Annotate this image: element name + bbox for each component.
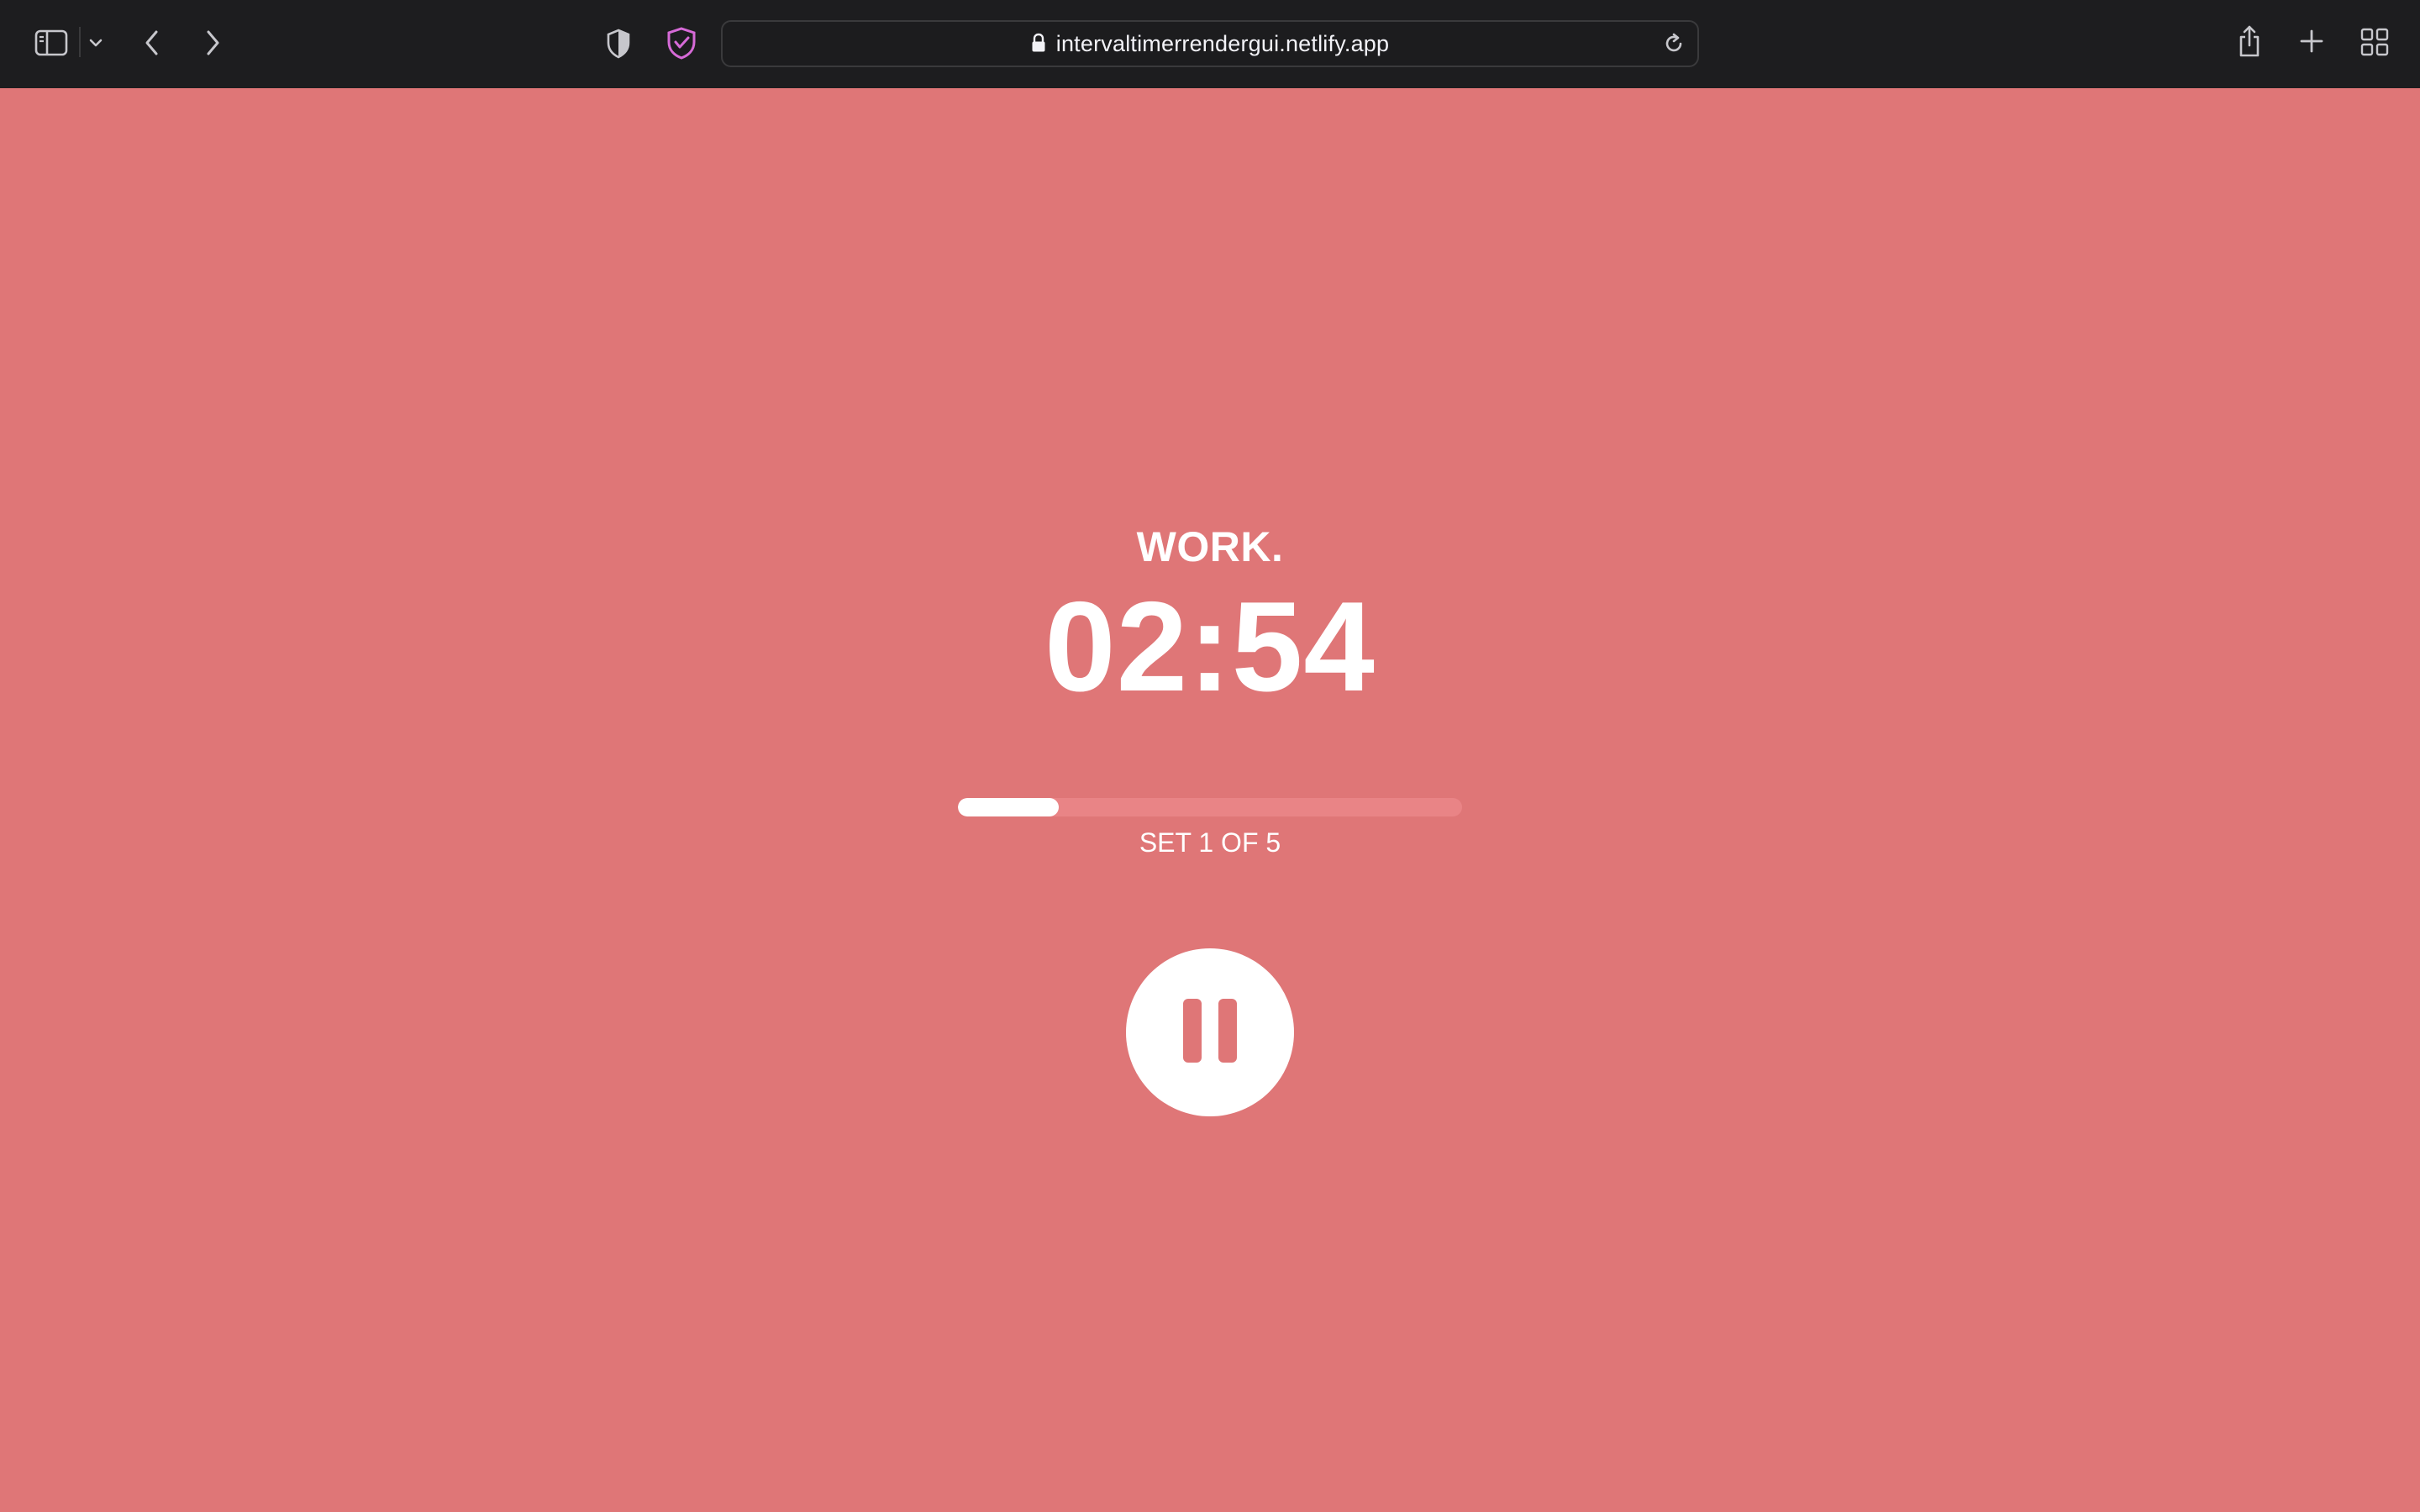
- phase-label: WORK.: [1136, 523, 1284, 570]
- url-text: intervaltimerrendergui.netlify.app: [1055, 30, 1390, 56]
- timer-app: WORK. 02:54 SET 1 OF 5: [0, 88, 2420, 1512]
- chevron-left-icon[interactable]: [138, 25, 166, 60]
- shield-half-icon[interactable]: [603, 27, 634, 60]
- lock-icon: [1031, 33, 1046, 55]
- browser-toolbar: intervaltimerrendergui.netlify.app: [0, 0, 2420, 89]
- timer-display: 02:54: [1044, 575, 1376, 718]
- progress-fill: [958, 798, 1059, 816]
- pause-button[interactable]: [1126, 948, 1294, 1116]
- grid-icon[interactable]: [2360, 27, 2390, 57]
- sidebar-icon[interactable]: [34, 27, 69, 59]
- reload-icon[interactable]: [1662, 32, 1687, 57]
- plus-icon[interactable]: [2297, 27, 2326, 55]
- chevron-down-icon[interactable]: [86, 34, 106, 52]
- share-icon[interactable]: [2235, 22, 2264, 60]
- set-counter: SET 1 OF 5: [1139, 827, 1281, 858]
- shield-check-icon[interactable]: [664, 25, 699, 60]
- address-bar[interactable]: intervaltimerrendergui.netlify.app: [721, 20, 1699, 67]
- chevron-right-icon[interactable]: [198, 25, 227, 60]
- toolbar-separator: [79, 27, 81, 57]
- progress-bar: [958, 798, 1462, 816]
